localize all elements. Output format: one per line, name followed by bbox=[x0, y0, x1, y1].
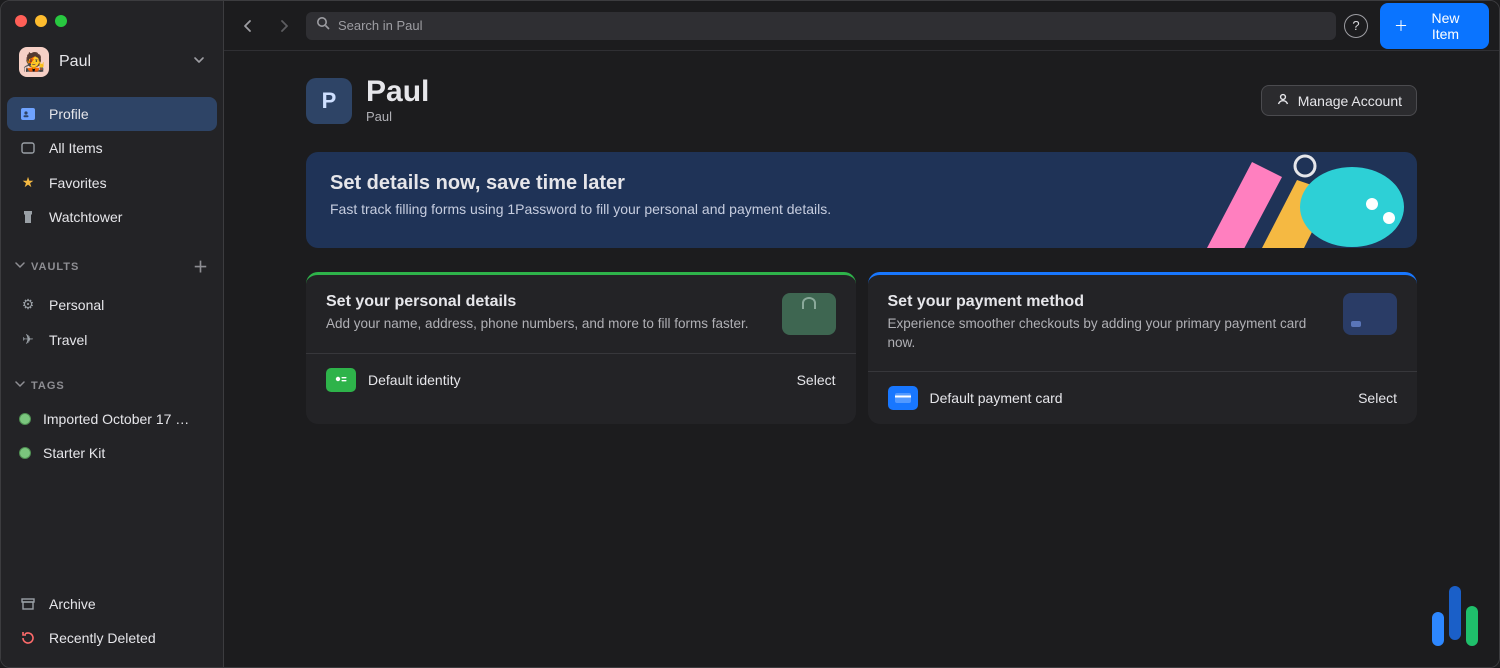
onboarding-banner: Set details now, save time later Fast tr… bbox=[306, 152, 1417, 248]
sidebar-item-label: Archive bbox=[49, 596, 96, 612]
sidebar-item-label: Watchtower bbox=[49, 209, 122, 225]
main-panel: ? ＋ New Item P Paul Paul bbox=[224, 1, 1499, 667]
card-title: Set your payment method bbox=[888, 293, 1330, 311]
sidebar-item-all-items[interactable]: All Items bbox=[7, 131, 217, 165]
tags-list: Imported October 17 2… Starter Kit bbox=[1, 398, 223, 474]
tag-item-imported[interactable]: Imported October 17 2… bbox=[7, 402, 217, 436]
card-footer-label: Default payment card bbox=[930, 390, 1063, 406]
watchtower-icon bbox=[19, 209, 37, 225]
vault-label: Travel bbox=[49, 332, 87, 348]
section-label: VAULTS bbox=[31, 261, 79, 273]
back-button[interactable] bbox=[234, 12, 262, 40]
window-controls bbox=[1, 11, 223, 41]
all-items-icon bbox=[19, 140, 37, 156]
primary-nav: Profile All Items ★ Favorites Watchtower bbox=[1, 93, 223, 238]
search-input[interactable] bbox=[338, 18, 1326, 33]
vaults-list: ⚙ Personal ✈ Travel bbox=[1, 283, 223, 361]
card-footer-label: Default identity bbox=[368, 372, 461, 388]
profile-icon bbox=[19, 106, 37, 122]
payment-card-icon bbox=[888, 386, 918, 410]
sidebar-item-label: All Items bbox=[49, 140, 103, 156]
sidebar-item-label: Favorites bbox=[49, 175, 107, 191]
card-payment-method: Set your payment method Experience smoot… bbox=[868, 272, 1418, 424]
chevron-down-icon bbox=[15, 260, 25, 273]
person-icon bbox=[1276, 92, 1290, 109]
new-item-label: New Item bbox=[1416, 10, 1475, 42]
profile-avatar: P bbox=[306, 78, 352, 124]
sidebar-item-archive[interactable]: Archive bbox=[7, 587, 217, 621]
manage-account-button[interactable]: Manage Account bbox=[1261, 85, 1417, 116]
tag-label: Imported October 17 2… bbox=[43, 411, 193, 427]
vault-item-personal[interactable]: ⚙ Personal bbox=[7, 287, 217, 322]
select-button[interactable]: Select bbox=[1358, 390, 1397, 406]
tag-label: Starter Kit bbox=[43, 445, 105, 461]
vault-icon: ⚙ bbox=[19, 296, 37, 313]
tags-section-header[interactable]: TAGS bbox=[1, 361, 223, 398]
archive-icon bbox=[19, 596, 37, 612]
identity-icon bbox=[326, 368, 356, 392]
tag-color-dot bbox=[19, 447, 31, 459]
new-item-button[interactable]: ＋ New Item bbox=[1380, 3, 1489, 49]
card-personal-footer[interactable]: Default identity Select bbox=[306, 353, 856, 406]
chevron-down-icon bbox=[15, 379, 25, 392]
search-field[interactable] bbox=[306, 12, 1336, 40]
section-label: TAGS bbox=[31, 380, 65, 392]
sidebar-item-watchtower[interactable]: Watchtower bbox=[7, 200, 217, 234]
vault-label: Personal bbox=[49, 297, 104, 313]
profile-header: P Paul Paul Manage Account bbox=[306, 77, 1417, 124]
cards-row: Set your personal details Add your name,… bbox=[306, 272, 1417, 424]
maximize-window-button[interactable] bbox=[55, 15, 67, 27]
credit-card-icon bbox=[1343, 293, 1397, 335]
wallet-icon bbox=[782, 293, 836, 335]
help-button[interactable]: ? bbox=[1344, 14, 1368, 38]
account-switcher[interactable]: 🧑‍🎤 Paul bbox=[7, 41, 217, 83]
sidebar-item-profile[interactable]: Profile bbox=[7, 97, 217, 131]
profile-subtitle: Paul bbox=[366, 109, 429, 124]
recently-deleted-icon bbox=[19, 630, 37, 646]
sidebar: 🧑‍🎤 Paul Profile All Items ★ Favo bbox=[1, 1, 224, 667]
card-body-text: Experience smoother checkouts by adding … bbox=[888, 315, 1330, 353]
close-window-button[interactable] bbox=[15, 15, 27, 27]
vault-item-travel[interactable]: ✈ Travel bbox=[7, 322, 217, 357]
content-area: P Paul Paul Manage Account Set details n… bbox=[224, 51, 1499, 424]
vaults-section-header[interactable]: VAULTS ＋ bbox=[1, 238, 223, 283]
select-button[interactable]: Select bbox=[797, 372, 836, 388]
tag-item-starter-kit[interactable]: Starter Kit bbox=[7, 436, 217, 470]
account-avatar: 🧑‍🎤 bbox=[19, 47, 49, 77]
vault-icon: ✈ bbox=[19, 331, 37, 348]
card-personal-details: Set your personal details Add your name,… bbox=[306, 272, 856, 424]
sidebar-item-label: Profile bbox=[49, 106, 89, 122]
banner-illustration bbox=[1167, 152, 1417, 248]
tag-color-dot bbox=[19, 413, 31, 425]
profile-title: Paul bbox=[366, 77, 429, 107]
sidebar-bottom-nav: Archive Recently Deleted bbox=[1, 583, 223, 667]
card-payment-footer[interactable]: Default payment card Select bbox=[868, 371, 1418, 424]
plus-icon: ＋ bbox=[1394, 16, 1408, 36]
minimize-window-button[interactable] bbox=[35, 15, 47, 27]
account-name: Paul bbox=[59, 53, 91, 71]
toolbar: ? ＋ New Item bbox=[224, 1, 1499, 51]
card-body-text: Add your name, address, phone numbers, a… bbox=[326, 315, 768, 334]
search-icon bbox=[316, 16, 330, 35]
manage-account-label: Manage Account bbox=[1298, 93, 1402, 109]
sidebar-item-label: Recently Deleted bbox=[49, 630, 156, 646]
sidebar-item-recently-deleted[interactable]: Recently Deleted bbox=[7, 621, 217, 655]
card-title: Set your personal details bbox=[326, 293, 768, 311]
star-icon: ★ bbox=[19, 174, 37, 191]
app-logo bbox=[1432, 586, 1478, 646]
add-vault-button[interactable]: ＋ bbox=[193, 256, 209, 277]
sidebar-item-favorites[interactable]: ★ Favorites bbox=[7, 165, 217, 200]
chevron-down-icon bbox=[193, 53, 205, 71]
forward-button[interactable] bbox=[270, 12, 298, 40]
